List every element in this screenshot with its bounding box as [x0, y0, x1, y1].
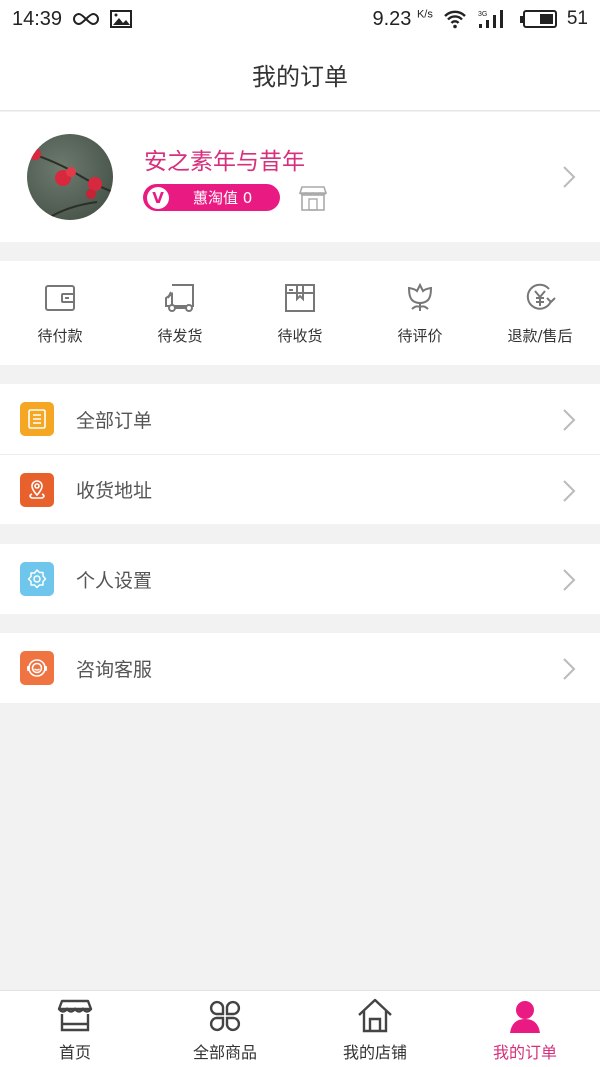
- order-status-refund[interactable]: 退款/售后: [480, 261, 600, 365]
- order-status-label: 待收货: [277, 327, 323, 345]
- headset-icon: [20, 651, 54, 685]
- user-icon: [510, 1001, 540, 1033]
- tab-my-orders[interactable]: 我的订单: [450, 991, 600, 1067]
- tab-label: 全部商品: [192, 1043, 257, 1062]
- points-badge[interactable]: V 蕙淘值 0: [143, 184, 280, 211]
- title-bar: 我的订单: [0, 38, 600, 111]
- points-label: 蕙淘值 0: [193, 189, 253, 207]
- infinity-icon: [73, 12, 99, 26]
- tab-my-shop[interactable]: 我的店铺: [300, 991, 450, 1067]
- order-status-pending-payment[interactable]: 待付款: [0, 261, 120, 365]
- order-status-label: 待付款: [37, 327, 83, 345]
- chevron-right-icon: [563, 409, 576, 431]
- vip-v-icon: V: [147, 186, 169, 209]
- status-bar: 14:39 9.23 K/s 3G 51: [0, 0, 600, 38]
- order-status-label: 待评价: [397, 327, 443, 345]
- gear-icon: [20, 562, 54, 596]
- order-status-label: 待发货: [157, 327, 203, 345]
- order-status-pending-shipment[interactable]: 待发货: [120, 261, 240, 365]
- svg-text:3G: 3G: [478, 11, 487, 18]
- menu-label: 咨询客服: [76, 658, 153, 681]
- menu-label: 个人设置: [76, 569, 153, 592]
- chevron-right-icon: [563, 569, 576, 591]
- avatar-image: [27, 148, 113, 220]
- tab-all-products[interactable]: 全部商品: [150, 991, 300, 1067]
- status-time: 14:39: [12, 7, 63, 30]
- home-icon: [358, 998, 392, 1033]
- chevron-right-icon[interactable]: [562, 165, 576, 189]
- order-status-label: 退款/售后: [507, 327, 573, 345]
- network-speed: 9.23 K/s: [372, 7, 433, 30]
- order-status-pending-review[interactable]: 待评价: [360, 261, 480, 365]
- bottom-tab-bar: 首页 全部商品 我的店铺 我的订单: [0, 990, 600, 1067]
- menu-item-shipping-address[interactable]: 收货地址: [0, 454, 600, 524]
- menu-label: 全部订单: [76, 409, 153, 432]
- storefront-icon[interactable]: [299, 185, 327, 211]
- refund-yen-icon: [526, 283, 556, 310]
- store-icon: [57, 999, 93, 1032]
- menu-group-orders: 全部订单 收货地址: [0, 384, 600, 524]
- signal-icon: 3G: [478, 10, 503, 28]
- wifi-icon: [444, 10, 466, 29]
- menu-item-personal-settings[interactable]: 个人设置: [0, 544, 600, 614]
- menu-group-service: 咨询客服: [0, 633, 600, 703]
- menu-label: 收货地址: [76, 480, 153, 502]
- clipboard-icon: [20, 402, 54, 436]
- battery-level: 51: [566, 8, 588, 29]
- battery-icon: [519, 10, 557, 28]
- menu-item-all-orders[interactable]: 全部订单: [0, 384, 600, 454]
- avatar[interactable]: [27, 134, 113, 220]
- package-icon: [285, 284, 315, 312]
- tab-label: 我的订单: [492, 1043, 557, 1062]
- order-status-pending-receipt[interactable]: 待收货: [240, 261, 360, 365]
- image-icon: [110, 10, 133, 28]
- username: 安之素年与昔年: [144, 149, 305, 175]
- menu-group-settings: 个人设置: [0, 544, 600, 614]
- chevron-right-icon: [563, 480, 576, 502]
- chevron-right-icon: [563, 658, 576, 680]
- order-status-row: 待付款 待发货 待收货 待评价 退款/售后: [0, 261, 600, 365]
- tab-label: 我的店铺: [342, 1043, 407, 1062]
- tab-home[interactable]: 首页: [0, 991, 150, 1067]
- truck-icon: [165, 284, 194, 312]
- flower-icon: [407, 282, 433, 311]
- page-title: 我的订单: [252, 62, 348, 91]
- wallet-icon: [45, 285, 75, 311]
- menu-item-customer-service[interactable]: 咨询客服: [0, 633, 600, 703]
- profile-card[interactable]: 安之素年与昔年 V 蕙淘值 0: [0, 112, 600, 242]
- location-pin-icon: [20, 472, 54, 507]
- tab-label: 首页: [58, 1043, 91, 1062]
- four-petal-icon: [209, 1000, 241, 1032]
